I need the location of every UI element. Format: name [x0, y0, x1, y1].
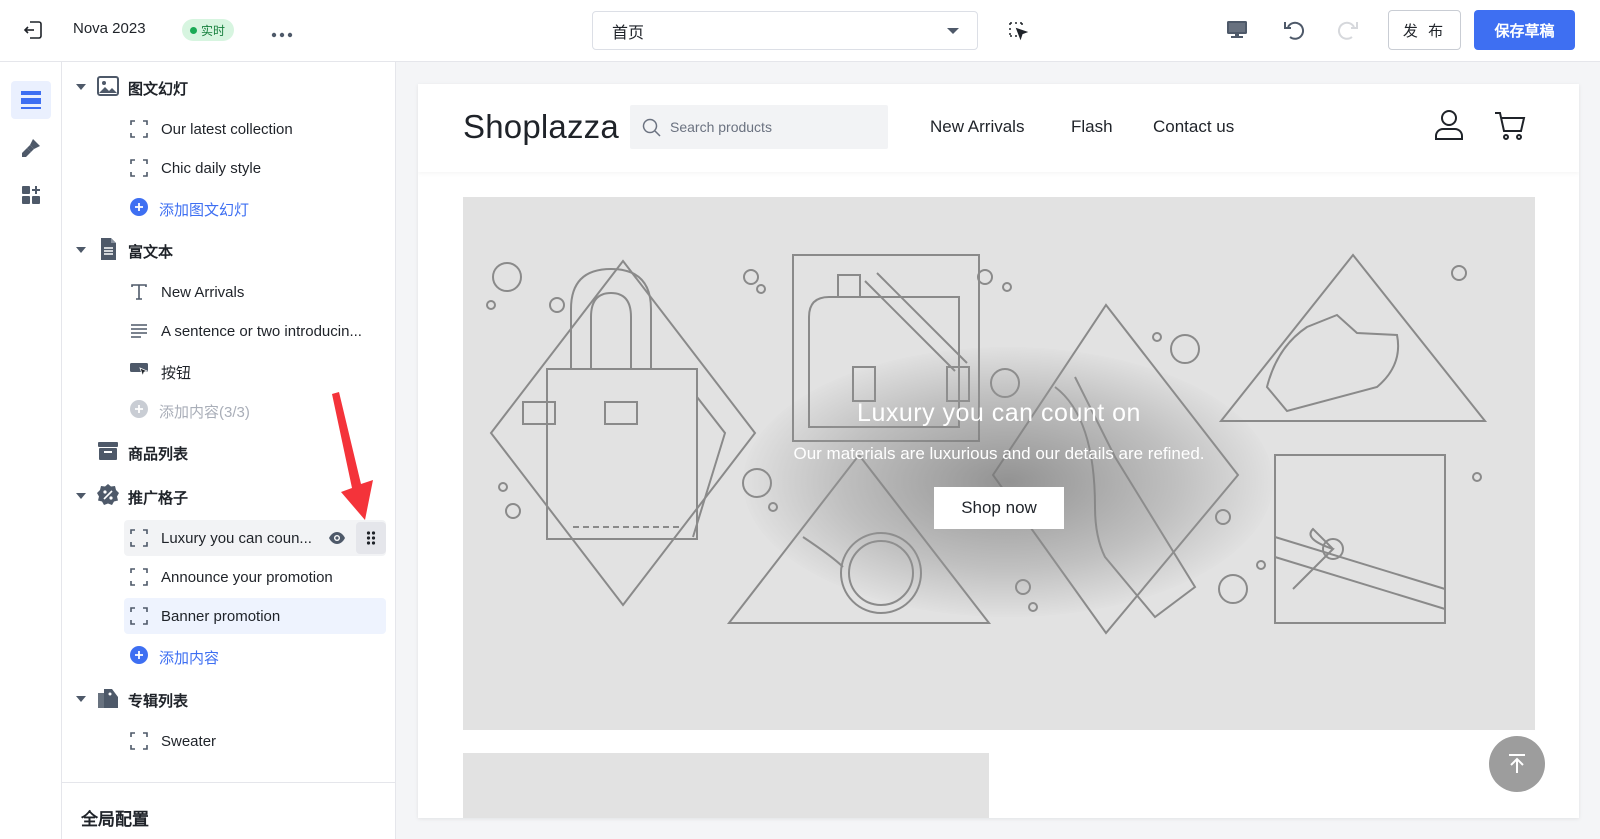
- save-draft-button[interactable]: 保存草稿: [1474, 10, 1575, 50]
- list-item-label: Luxury you can coun...: [161, 530, 312, 547]
- store-logo[interactable]: Shoplazza: [463, 108, 619, 146]
- group-label: 商品列表: [128, 446, 189, 463]
- banner-overlay: [743, 347, 1273, 617]
- next-section-placeholder: [463, 753, 989, 818]
- search-placeholder: Search products: [670, 119, 772, 135]
- collection-icon: [96, 686, 120, 710]
- preview-canvas: Shoplazza Search products New Arrivals F…: [418, 84, 1579, 818]
- shop-now-button[interactable]: Shop now: [934, 487, 1064, 529]
- plus-circle-icon: [130, 400, 148, 418]
- chevron-down-icon: [947, 27, 959, 34]
- cart-icon[interactable]: [1494, 111, 1526, 141]
- nav-link-flash[interactable]: Flash: [1071, 117, 1113, 137]
- undo-icon[interactable]: [1281, 17, 1307, 43]
- list-item-label: New Arrivals: [161, 284, 245, 301]
- list-item[interactable]: A sentence or two introducin...: [124, 313, 386, 349]
- bracket-icon: [130, 607, 148, 625]
- paragraph-icon: [130, 322, 148, 340]
- list-item-label: Banner promotion: [161, 608, 281, 625]
- list-item[interactable]: Chic daily style: [124, 150, 386, 186]
- caret-down-icon[interactable]: [76, 493, 86, 499]
- store-search-input[interactable]: Search products: [630, 105, 888, 149]
- bracket-icon: [130, 568, 148, 586]
- bracket-icon: [130, 529, 148, 547]
- group-label: 专辑列表: [128, 693, 189, 710]
- add-content-button[interactable]: 添加内容: [124, 637, 386, 673]
- group-label: 推广格子: [128, 490, 189, 507]
- list-item[interactable]: Sweater: [124, 723, 386, 759]
- list-item[interactable]: Our latest collection: [124, 111, 386, 147]
- list-item-label: Chic daily style: [161, 160, 262, 177]
- promotion-icon: [96, 483, 120, 507]
- bracket-icon: [130, 159, 148, 177]
- layout-sections-icon: [21, 91, 41, 109]
- publish-button[interactable]: 发 布: [1388, 10, 1461, 50]
- list-item[interactable]: Announce your promotion: [124, 559, 386, 595]
- exit-icon[interactable]: [22, 19, 44, 41]
- annotation-arrow-icon: [325, 392, 385, 522]
- group-rich-text[interactable]: 富文本: [62, 232, 396, 268]
- store-header: Shoplazza Search products New Arrivals F…: [418, 84, 1579, 172]
- top-bar: Nova 2023 实时 首页 发 布 保存草稿: [0, 0, 1600, 62]
- app-title: Nova 2023: [73, 20, 146, 37]
- document-icon: [96, 237, 120, 261]
- list-item[interactable]: Luxury you can coun...: [124, 520, 386, 556]
- bracket-icon: [130, 732, 148, 750]
- back-to-top-button[interactable]: [1489, 736, 1545, 792]
- group-collection-list[interactable]: 专辑列表: [62, 681, 396, 717]
- product-list-icon: [96, 439, 120, 463]
- add-slideshow-button[interactable]: 添加图文幻灯: [124, 189, 386, 225]
- left-rail: [0, 62, 62, 839]
- nav-link-contact[interactable]: Contact us: [1153, 117, 1234, 137]
- rail-sections[interactable]: [11, 81, 51, 119]
- group-label: 富文本: [128, 244, 174, 261]
- status-dot-icon: [190, 26, 197, 34]
- list-item-label: 按钮: [161, 365, 192, 382]
- eye-icon[interactable]: [328, 530, 346, 546]
- promotion-banner[interactable]: Luxury you can count on Our materials ar…: [463, 197, 1535, 730]
- search-icon: [642, 118, 661, 137]
- list-item[interactable]: New Arrivals: [124, 274, 386, 310]
- more-options-icon[interactable]: [271, 26, 293, 38]
- add-label: 添加图文幻灯: [159, 202, 250, 219]
- apps-add-icon: [22, 186, 40, 204]
- nav-link-new-arrivals[interactable]: New Arrivals: [930, 117, 1024, 137]
- add-label: 添加内容: [159, 650, 220, 667]
- page-select[interactable]: 首页: [592, 11, 978, 50]
- arrow-up-icon: [1509, 754, 1525, 773]
- element-picker-icon[interactable]: [1007, 20, 1029, 42]
- bracket-icon: [130, 120, 148, 138]
- list-item-label: Our latest collection: [161, 121, 293, 138]
- group-slideshow[interactable]: 图文幻灯: [62, 69, 396, 105]
- list-item[interactable]: 按钮: [124, 352, 386, 388]
- rail-apps[interactable]: [11, 176, 51, 214]
- drag-handle-icon[interactable]: [356, 522, 386, 554]
- list-item-label: Announce your promotion: [161, 569, 333, 586]
- button-cursor-icon: [130, 361, 149, 379]
- global-config-label: 全局配置: [81, 810, 149, 829]
- plus-circle-icon: [130, 646, 148, 664]
- list-item-label: Sweater: [161, 733, 217, 750]
- live-badge-label: 实时: [201, 23, 226, 38]
- plus-circle-icon: [130, 198, 148, 216]
- group-label: 图文幻灯: [128, 81, 189, 98]
- desktop-preview-icon[interactable]: [1225, 18, 1249, 42]
- account-icon[interactable]: [1434, 109, 1464, 141]
- add-label: 添加内容(3/3): [159, 404, 250, 421]
- redo-icon[interactable]: [1335, 17, 1361, 43]
- caret-down-icon[interactable]: [76, 696, 86, 702]
- caret-down-icon[interactable]: [76, 247, 86, 253]
- page-select-value: 首页: [612, 24, 645, 42]
- banner-title: Luxury you can count on: [857, 399, 1141, 427]
- rail-theme-style[interactable]: [11, 129, 51, 167]
- list-item-label: A sentence or two introducin...: [161, 323, 362, 340]
- banner-subtitle: Our materials are luxurious and our deta…: [793, 444, 1205, 463]
- text-icon: [130, 283, 148, 301]
- caret-down-icon[interactable]: [76, 84, 86, 90]
- live-status-badge: 实时: [182, 19, 235, 41]
- global-config[interactable]: 全局配置: [62, 782, 396, 839]
- paint-brush-icon: [22, 139, 40, 157]
- image-icon: [96, 74, 120, 98]
- list-item[interactable]: Banner promotion: [124, 598, 386, 634]
